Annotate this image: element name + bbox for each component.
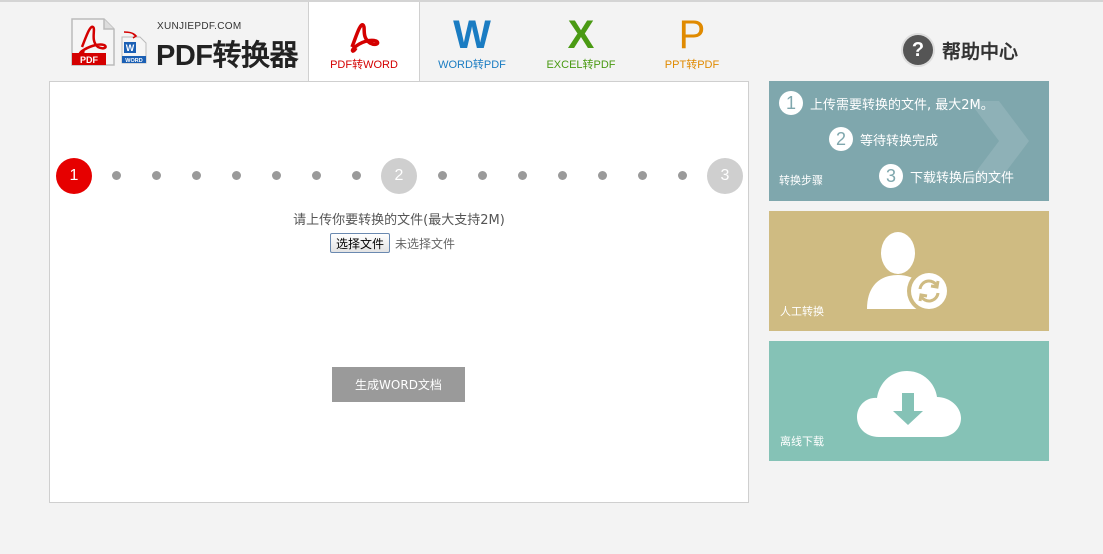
conversion-panel: 1 2 3 请上传你要转换的文件(最大支持2M) 选择文件 未选择文件 生成WO…	[49, 81, 749, 503]
help-center-link[interactable]: ? 帮助中心	[903, 35, 1018, 65]
manual-conversion-card[interactable]: 人工转换	[769, 211, 1049, 331]
app-logo[interactable]: PDF W WORD XUNJIEPDF.COM PDF转换器	[68, 17, 299, 72]
step-line-3: 3 下载转换后的文件	[879, 164, 1014, 188]
progress-step-3: 3	[707, 158, 743, 194]
help-center-label: 帮助中心	[942, 40, 1019, 63]
generate-word-button[interactable]: 生成WORD文档	[332, 367, 465, 402]
file-input-row: 选择文件 未选择文件	[330, 233, 455, 253]
progress-dot	[192, 171, 201, 180]
svg-text:W: W	[126, 43, 135, 53]
progress-dot	[352, 171, 361, 180]
progress-dot	[518, 171, 527, 180]
offline-download-card[interactable]: 离线下载	[769, 341, 1049, 461]
progress-dot	[478, 171, 487, 180]
upload-hint: 请上传你要转换的文件(最大支持2M)	[293, 213, 505, 228]
tab-label: PPT转PDF	[664, 59, 720, 71]
progress-dot	[638, 171, 647, 180]
tab-excel-to-pdf[interactable]: X EXCEL转PDF	[526, 2, 636, 82]
excel-icon: X	[567, 13, 595, 57]
progress-step-2: 2	[381, 158, 417, 194]
progress-step-1: 1	[56, 158, 92, 194]
cloud-download-icon	[857, 371, 961, 437]
step-text: 等待转换完成	[860, 133, 939, 149]
progress-dot	[152, 171, 161, 180]
step-line-1: 1 上传需要转换的文件, 最大2M。	[779, 91, 994, 115]
progress-dot	[678, 171, 687, 180]
logo-title: PDF转换器	[156, 40, 299, 72]
step-line-2: 2 等待转换完成	[829, 127, 938, 151]
word-file-icon: W WORD	[121, 31, 147, 64]
tab-pdf-to-word[interactable]: PDF转WORD	[308, 2, 420, 83]
step-number: 2	[829, 127, 853, 151]
step-text: 下载转换后的文件	[910, 170, 1015, 186]
tab-ppt-to-pdf[interactable]: P PPT转PDF	[637, 2, 747, 82]
progress-dot	[312, 171, 321, 180]
progress-dot	[232, 171, 241, 180]
tab-word-to-pdf[interactable]: W WORD转PDF	[417, 2, 527, 82]
file-status: 未选择文件	[395, 236, 456, 251]
card-label: 转换步骤	[779, 174, 823, 187]
progress-dot	[438, 171, 447, 180]
tab-label: PDF转WORD	[330, 59, 398, 71]
progress-dot	[112, 171, 121, 180]
logo-domain: XUNJIEPDF.COM	[157, 21, 242, 32]
ppt-icon: P	[678, 13, 706, 57]
word-icon: W	[453, 13, 491, 57]
conversion-steps-card: 1 上传需要转换的文件, 最大2M。 2 等待转换完成 3 下载转换后的文件 转…	[769, 81, 1049, 201]
progress-dot	[558, 171, 567, 180]
step-number: 3	[879, 164, 903, 188]
pdf-acrobat-icon	[350, 23, 380, 53]
choose-file-button[interactable]: 选择文件	[330, 233, 391, 253]
tab-label: WORD转PDF	[438, 59, 506, 71]
step-text: 上传需要转换的文件, 最大2M。	[810, 97, 994, 113]
pdf-file-icon: PDF	[71, 18, 115, 66]
question-mark-icon: ?	[903, 35, 933, 65]
progress-dot	[598, 171, 607, 180]
pdf-tag: PDF	[80, 55, 99, 65]
card-label: 离线下载	[780, 435, 824, 448]
tab-label: EXCEL转PDF	[546, 59, 616, 71]
word-tag: WORD	[125, 58, 142, 64]
user-refresh-icon	[867, 232, 951, 313]
step-number: 1	[779, 91, 803, 115]
card-label: 人工转换	[780, 305, 824, 318]
progress-dot	[272, 171, 281, 180]
